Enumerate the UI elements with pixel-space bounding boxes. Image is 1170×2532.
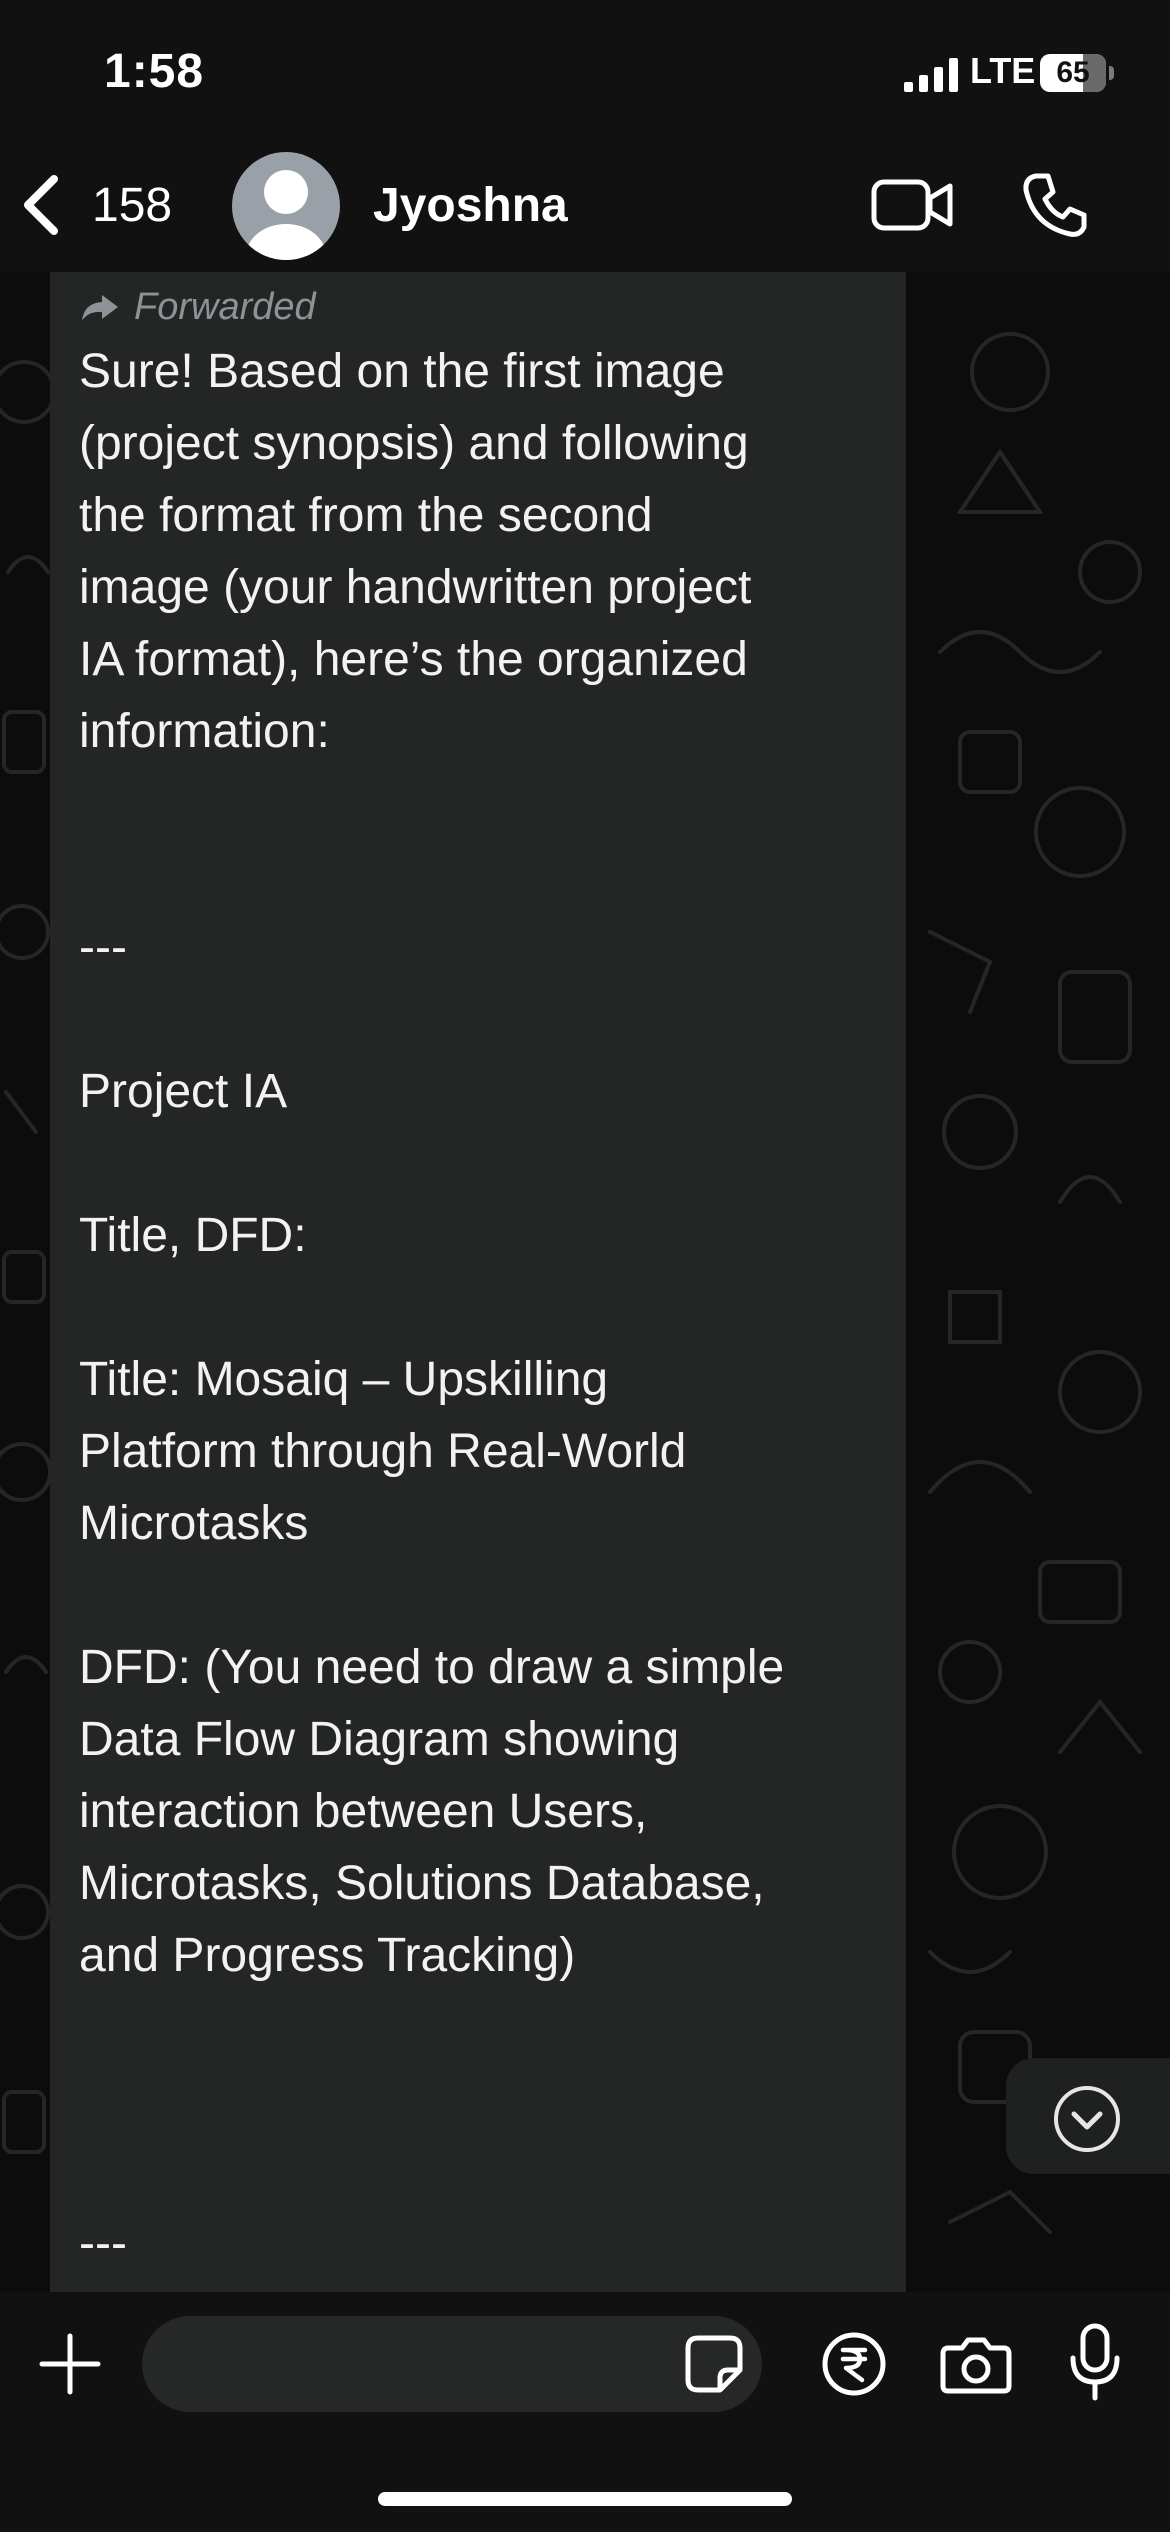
message-paragraph: Project IA <box>79 1065 288 1118</box>
microphone-icon[interactable] <box>1068 2322 1122 2402</box>
message-divider: --- <box>79 2217 127 2270</box>
back-button[interactable]: 158 <box>18 160 172 250</box>
video-call-icon[interactable] <box>870 172 954 238</box>
forwarded-text: Forwarded <box>134 286 316 328</box>
input-bar <box>0 2292 1170 2532</box>
home-indicator <box>378 2492 792 2506</box>
rupee-icon[interactable] <box>822 2332 886 2396</box>
message-paragraph: DFD: (You need to draw a simple Data Flo… <box>79 1641 785 1982</box>
battery-icon: 65 <box>1040 54 1114 94</box>
network-type: LTE <box>970 50 1036 91</box>
chevron-down-circle-icon <box>1054 2086 1120 2152</box>
forward-arrow-icon <box>82 294 118 321</box>
chat-header: 158 Jyoshna <box>0 140 1170 272</box>
chevron-left-icon <box>24 175 58 235</box>
avatar[interactable] <box>232 152 340 260</box>
cellular-signal-icon <box>904 58 958 92</box>
message-divider: --- <box>79 921 127 974</box>
battery-percent: 65 <box>1056 56 1090 89</box>
scroll-to-bottom-button[interactable] <box>1006 2058 1170 2174</box>
default-avatar-icon <box>246 170 326 260</box>
camera-icon[interactable] <box>940 2334 1012 2394</box>
message-bubble[interactable]: Forwarded Sure! Based on the first image… <box>50 272 906 2292</box>
phone-icon[interactable] <box>1020 170 1090 240</box>
contact-name[interactable]: Jyoshna <box>373 178 568 233</box>
message-paragraph: Sure! Based on the first image (project … <box>79 345 752 758</box>
message-input[interactable] <box>142 2316 762 2412</box>
forwarded-label: Forwarded <box>80 286 316 329</box>
sticker-icon[interactable] <box>684 2334 744 2394</box>
status-bar: 1:58 LTE 65 <box>0 0 1170 140</box>
unread-count: 158 <box>92 178 173 232</box>
plus-icon[interactable] <box>38 2332 102 2396</box>
message-paragraph: Title, DFD: <box>79 1209 307 1262</box>
status-time: 1:58 <box>104 45 205 98</box>
message-paragraph: Title: Mosaiq – Upskilling Platform thro… <box>79 1353 687 1550</box>
